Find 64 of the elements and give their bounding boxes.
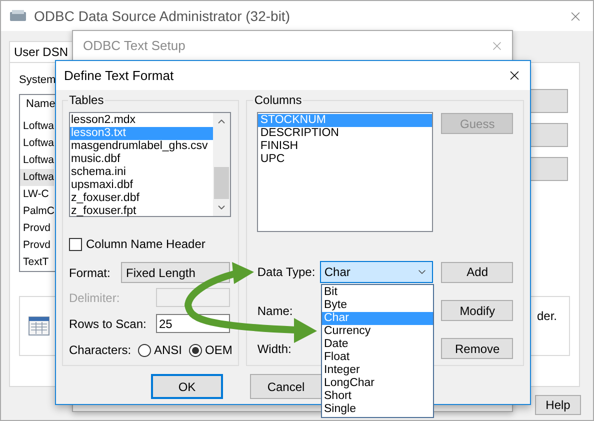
field-label: Format: [69, 264, 112, 282]
button[interactable]: OK [151, 374, 223, 399]
dropdown-option[interactable]: Integer [322, 364, 433, 377]
window-title: ODBC Data Source Administrator (32-bit) [34, 6, 290, 26]
app-icon [9, 8, 27, 24]
radio-button[interactable] [138, 344, 151, 356]
checkbox[interactable] [69, 238, 82, 250]
list-item[interactable]: FINISH [258, 140, 432, 153]
dropdown-option[interactable]: Single [322, 403, 433, 416]
column-header: Name [25, 97, 56, 112]
button[interactable]: Modify [441, 300, 514, 321]
help-button[interactable]: Help [535, 395, 581, 415]
dropdown-option[interactable]: Date [322, 338, 433, 351]
list-item[interactable]: Loftwa [20, 118, 54, 135]
list-item[interactable]: UPC [258, 153, 432, 166]
list-item[interactable]: Loftwa [20, 169, 54, 186]
radio-label: OEM [205, 342, 232, 359]
dropdown-option[interactable]: Byte [322, 299, 433, 312]
list-item[interactable]: z_foxuser.dbf [70, 192, 213, 205]
group-label: System [19, 73, 56, 87]
list-item[interactable]: schema.ini [70, 166, 213, 179]
list-item[interactable]: PalmC [20, 203, 54, 220]
info-text: der. [536, 308, 557, 325]
list-item[interactable]: music.dbf [70, 153, 213, 166]
window-title: ODBC Text Setup [83, 37, 186, 56]
field-label: Delimiter: [69, 290, 121, 306]
dropdown-option[interactable]: Short [322, 390, 433, 403]
list-item[interactable]: DESCRIPTION [258, 127, 432, 140]
radio-button[interactable] [189, 344, 202, 356]
button[interactable] [530, 123, 568, 147]
list-item[interactable]: LW-C [20, 186, 54, 203]
field-label: Rows to Scan: [69, 316, 148, 332]
dropdown-option[interactable]: Currency [322, 325, 433, 338]
list-item[interactable]: upsmaxi.dbf [70, 179, 213, 192]
table-icon [28, 314, 52, 338]
dialog-title: Define Text Format [64, 66, 174, 85]
button[interactable] [530, 157, 568, 181]
format-dropdown[interactable]: Fixed Length [121, 262, 230, 283]
button[interactable] [530, 89, 568, 113]
field-label: Characters: [69, 342, 132, 359]
button[interactable]: Cancel [250, 374, 322, 399]
list-item[interactable]: TextT [20, 254, 54, 271]
list-item[interactable]: z_foxuser.fpt [70, 205, 213, 218]
dropdown-option[interactable]: Float [322, 351, 433, 364]
button[interactable]: Remove [441, 338, 514, 359]
group-label: Tables [68, 93, 105, 107]
group-label: Columns [253, 93, 303, 107]
checkbox-label: Column Name Header [86, 236, 206, 253]
radio-label: ANSI [154, 342, 182, 359]
dropdown-option[interactable]: LongChar [322, 377, 433, 390]
list-item[interactable]: Provd [20, 220, 54, 237]
list-item[interactable]: Provd [20, 237, 54, 254]
list-item[interactable]: Loftwa [20, 152, 54, 169]
field-label: Name: [257, 302, 294, 320]
data-type-dropdown[interactable]: Char [320, 261, 434, 283]
list-item[interactable]: masgendrumlabel_ghs.csv [70, 140, 213, 153]
dropdown-option[interactable]: Bit [322, 286, 433, 299]
list-item[interactable]: lesson2.mdx [70, 114, 213, 127]
tab[interactable]: User DSN [9, 41, 74, 62]
list-item[interactable]: Loftwa [20, 135, 54, 152]
field-label: Data Type: [257, 264, 316, 281]
scrollbar-thumb[interactable] [214, 167, 229, 199]
field-label: Width: [257, 340, 292, 358]
button[interactable]: Add [441, 262, 514, 282]
